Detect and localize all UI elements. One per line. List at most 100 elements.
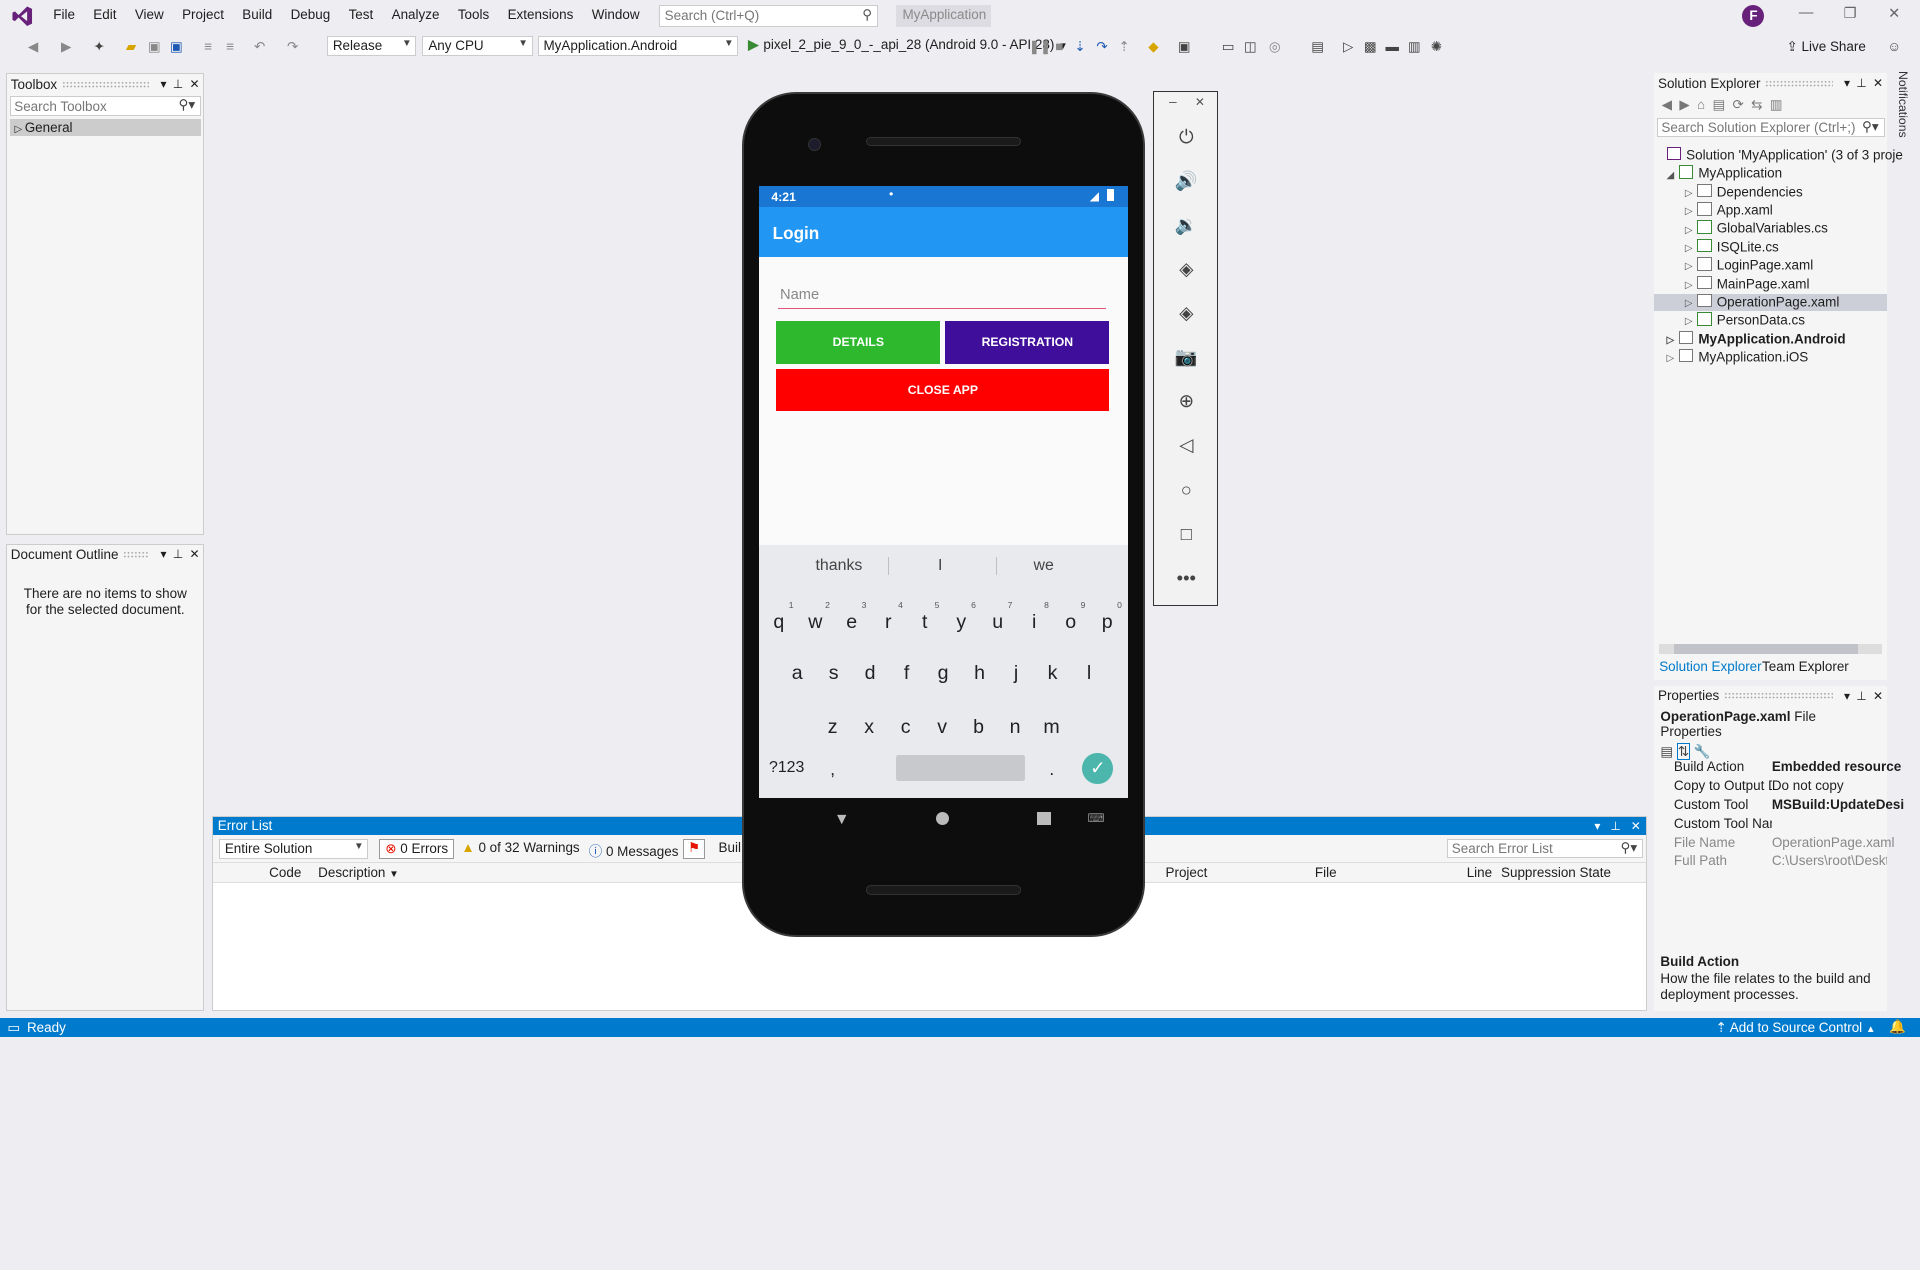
property-row[interactable]: Copy to Output DDo not copy	[1674, 778, 1844, 796]
key-d[interactable]: d	[858, 662, 882, 685]
key-t[interactable]: t5	[912, 600, 939, 634]
filter-icon[interactable]: ⚑	[683, 838, 706, 860]
key-r[interactable]: r4	[876, 600, 903, 634]
minimize-icon[interactable]: –	[1169, 94, 1176, 109]
new-project-icon[interactable]: ✦	[91, 38, 108, 55]
volume-down-icon[interactable]: 🔉	[1172, 214, 1201, 238]
close-icon[interactable]: ✕	[1873, 76, 1883, 90]
property-row[interactable]: Build Action Embedded resource	[1674, 759, 1901, 777]
menu-tools[interactable]: Tools	[449, 7, 499, 22]
key-h[interactable]: h	[967, 662, 991, 685]
menu-test[interactable]: Test	[339, 7, 382, 22]
details-button[interactable]: DETAILS	[776, 320, 941, 364]
tab-solution-explorer[interactable]: Solution Explorer	[1659, 659, 1761, 674]
tree-item[interactable]: ▷ LoginPage.xaml	[1685, 257, 1813, 274]
panel-menu-icon[interactable]: ▾	[1844, 689, 1850, 703]
properties-object-selector[interactable]: OperationPage.xaml File Properties	[1654, 705, 1887, 742]
key-j[interactable]: j	[1004, 662, 1028, 685]
layout-icon[interactable]: ◫	[1242, 38, 1259, 55]
column-line[interactable]: Line	[1467, 865, 1492, 880]
step-out-icon[interactable]: ⇡	[1116, 38, 1133, 55]
key-v[interactable]: v	[930, 716, 954, 739]
nav-back-icon[interactable]: ▼	[834, 811, 850, 829]
bell-icon[interactable]: 🔔	[1889, 1019, 1906, 1035]
comment-icon[interactable]: ≡	[200, 38, 217, 55]
close-window-icon[interactable]: ✕	[1876, 5, 1913, 27]
space-key[interactable]	[896, 755, 1025, 782]
tree-solution[interactable]: Solution 'MyApplication' (3 of 3 proje	[1666, 146, 1903, 164]
rotate-right-icon[interactable]: ◈	[1172, 302, 1201, 326]
key-p[interactable]: p0	[1095, 600, 1122, 634]
tree-item[interactable]: ▷ GlobalVariables.cs	[1685, 220, 1828, 237]
categorized-icon[interactable]: ▤	[1660, 744, 1673, 759]
startup-project-dropdown[interactable]: MyApplication.Android ▼	[537, 35, 739, 57]
device-icon[interactable]: ▭	[1220, 38, 1237, 55]
key-o[interactable]: o9	[1058, 600, 1085, 634]
menu-window[interactable]: Window	[583, 7, 649, 22]
column-project[interactable]: Project	[1165, 865, 1207, 880]
period-key[interactable]: .	[1049, 759, 1054, 780]
screenshot-icon[interactable]: ▣	[1176, 38, 1193, 55]
comma-key[interactable]: ,	[830, 759, 835, 780]
panel-menu-icon[interactable]: ▾	[1594, 819, 1600, 833]
menu-build[interactable]: Build	[233, 7, 281, 22]
panel-menu-icon[interactable]: ▾	[160, 77, 166, 91]
tree-project-android[interactable]: ▷ MyApplication.Android	[1667, 330, 1846, 348]
key-y[interactable]: y6	[949, 600, 976, 634]
key-u[interactable]: u7	[985, 600, 1012, 634]
key-a[interactable]: a	[785, 662, 809, 685]
pin-icon[interactable]: ⊥	[173, 77, 184, 91]
property-pages-icon[interactable]: 🔧	[1694, 744, 1711, 759]
step-into-icon[interactable]: ⇣	[1071, 38, 1088, 55]
suggestion-i[interactable]: I	[938, 557, 942, 575]
key-n[interactable]: n	[1003, 716, 1027, 739]
toolbox-search-input[interactable]: Search Toolbox ⚲▾	[9, 96, 202, 117]
column-code[interactable]: Code	[269, 865, 301, 880]
pin-icon[interactable]: ⊥	[1856, 76, 1867, 90]
tree-item-selected[interactable]: ▷ OperationPage.xaml	[1654, 293, 1887, 312]
property-row[interactable]: File Name OperationPage.xaml	[1674, 835, 1895, 853]
property-row[interactable]: Custom Tool MSBuild:UpdateDesi	[1674, 797, 1904, 815]
alphabetical-icon[interactable]: ⇅	[1676, 742, 1691, 760]
save-icon[interactable]: ▣	[146, 38, 163, 55]
column-file[interactable]: File	[1315, 865, 1337, 880]
nav-recents-icon[interactable]	[1037, 811, 1051, 826]
key-x[interactable]: x	[857, 716, 881, 739]
name-entry[interactable]: Name	[777, 287, 1106, 309]
pin-icon[interactable]: ⊥	[1856, 689, 1867, 703]
maximize-icon[interactable]: ❐	[1832, 5, 1869, 27]
key-c[interactable]: c	[893, 716, 917, 739]
suggestion-thanks[interactable]: thanks	[816, 557, 863, 575]
symbols-key[interactable]: ?123	[769, 759, 804, 777]
image-icon[interactable]: ▩	[1362, 38, 1379, 55]
key-z[interactable]: z	[820, 716, 844, 739]
key-q[interactable]: q1	[767, 600, 793, 634]
close-icon[interactable]: ✕	[190, 547, 200, 561]
overview-icon[interactable]: □	[1172, 523, 1201, 547]
close-icon[interactable]: ✕	[1195, 95, 1205, 109]
undo-icon[interactable]: ↶	[251, 38, 268, 55]
panel-menu-icon[interactable]: ▾	[160, 547, 166, 561]
registration-button[interactable]: REGISTRATION	[945, 320, 1110, 364]
property-row[interactable]: Custom Tool Nam	[1674, 816, 1772, 834]
redo-icon[interactable]: ↷	[284, 38, 301, 55]
key-b[interactable]: b	[966, 716, 990, 739]
key-g[interactable]: g	[931, 662, 955, 685]
tree-item[interactable]: ▷ MainPage.xaml	[1685, 275, 1809, 293]
toolbox-group-general[interactable]: ▷ General	[9, 118, 202, 136]
back-icon[interactable]: ◁	[1172, 434, 1201, 458]
pause-icon[interactable]: ❚❚	[1029, 38, 1052, 55]
tree-item[interactable]: ▷ App.xaml	[1685, 202, 1773, 219]
terminal-icon[interactable]: ▬	[1384, 38, 1401, 55]
tab-team-explorer[interactable]: Team Explorer	[1762, 659, 1849, 674]
open-file-icon[interactable]: ▰	[122, 38, 139, 55]
pin-icon[interactable]: ⊥	[173, 547, 184, 561]
notifications-tab[interactable]: Notifications	[1893, 71, 1910, 144]
key-e[interactable]: e3	[840, 600, 866, 634]
tree-project-myapplication[interactable]: ◢ MyApplication	[1667, 165, 1782, 182]
save-all-icon[interactable]: ▣	[168, 38, 185, 55]
key-w[interactable]: w2	[803, 600, 830, 634]
key-k[interactable]: k	[1040, 662, 1064, 685]
solution-search-input[interactable]: Search Solution Explorer (Ctrl+;) ⚲▾	[1656, 117, 1885, 138]
errors-filter-toggle[interactable]: ⊗ 0 Errors	[379, 838, 454, 860]
